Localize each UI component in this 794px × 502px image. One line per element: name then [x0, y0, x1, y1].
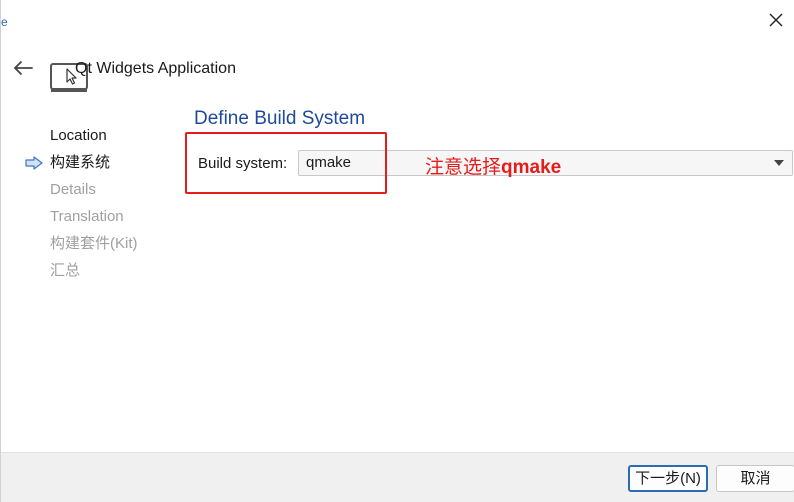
next-button[interactable]: 下一步(N) — [628, 465, 708, 492]
step-label: 汇总 — [50, 262, 81, 279]
button-bar: 下一步(N) 取消 — [1, 452, 794, 502]
step-label: Translation — [50, 208, 124, 225]
back-arrow-icon — [14, 61, 33, 75]
step-details: Details — [25, 180, 138, 207]
wizard-steps: Location 构建系统 Details Translation 构建套件(K… — [25, 126, 138, 288]
annotation-highlight-box — [185, 132, 387, 194]
close-icon — [769, 13, 783, 27]
window-edge-fragment: e — [1, 15, 8, 29]
step-build-system: 构建系统 — [25, 153, 138, 180]
wizard-title: Qt Widgets Application — [75, 60, 236, 77]
close-button[interactable] — [764, 8, 788, 32]
step-label: Location — [50, 127, 107, 144]
annotation-note: 注意选择qmake — [425, 157, 561, 179]
step-label: 构建套件(Kit) — [50, 235, 138, 252]
step-translation: Translation — [25, 207, 138, 234]
step-summary: 汇总 — [25, 261, 138, 288]
cancel-button[interactable]: 取消 — [716, 465, 794, 492]
current-step-arrow-icon — [25, 156, 43, 170]
chevron-down-icon — [774, 160, 784, 166]
step-label: 构建系统 — [50, 154, 111, 171]
back-button[interactable] — [11, 56, 35, 80]
annotation-emphasis: qmake — [501, 157, 562, 178]
annotation-text: 注意选择 — [425, 157, 502, 178]
step-location: Location — [25, 126, 138, 153]
section-title: Define Build System — [194, 108, 366, 129]
step-kits: 构建套件(Kit) — [25, 234, 138, 261]
step-label: Details — [50, 181, 96, 198]
new-project-wizard: e Qt Widgets Application Location 构建系统 D… — [0, 0, 794, 502]
